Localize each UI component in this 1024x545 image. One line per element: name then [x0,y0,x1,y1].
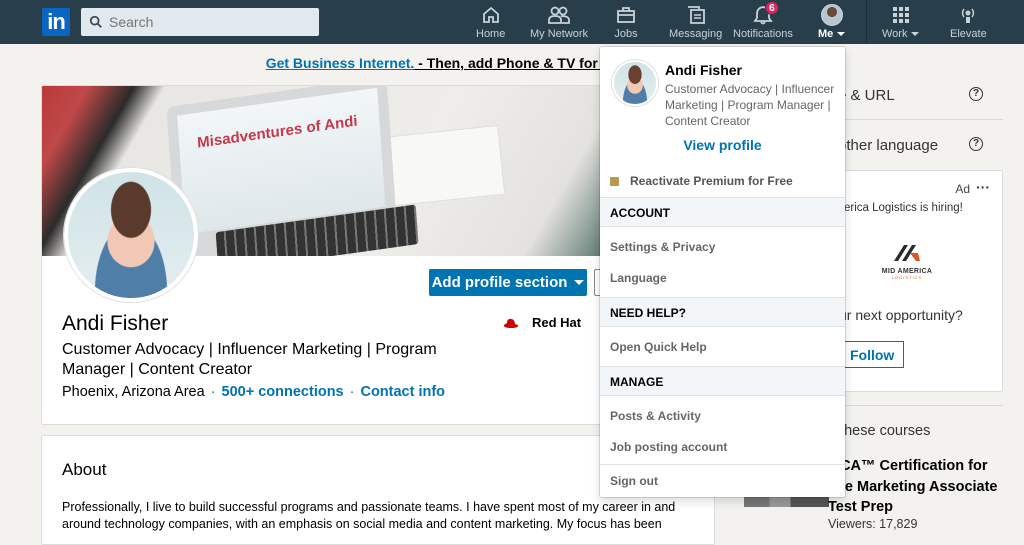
notification-count-badge: 6 [764,1,779,15]
ad-hiring-text: erica Logistics is hiring! [844,202,963,214]
me-avatar [820,4,843,26]
menu-item-job-posting-account[interactable]: Job posting account [610,440,727,454]
ad-question-text: ur next opportunity? [839,307,963,323]
search-input[interactable] [109,14,309,30]
reactivate-premium-label: Reactivate Premium for Free [630,174,793,188]
nav-elevate[interactable]: Elevate [950,4,987,42]
messaging-icon [687,6,705,24]
dropdown-headline: Customer Advocacy | Influencer Marketing… [665,82,835,128]
dropdown-name: Andi Fisher [665,62,743,78]
home-icon [482,6,499,23]
menu-item-settings-privacy[interactable]: Settings & Privacy [610,240,715,254]
chevron-down-icon [574,280,585,285]
me-dropdown-menu: Andi Fisher Customer Advocacy | Influenc… [600,47,845,497]
profile-name: Andi Fisher [62,312,169,335]
profile-location: Phoenix, Arizona Area [62,384,205,400]
help-icon[interactable]: ? [969,87,983,101]
about-title: About [62,460,107,479]
nav-home-label: Home [476,28,506,40]
red-hat-logo-icon [503,318,519,328]
nav-notifications-label: Notifications [733,28,793,40]
nav-jobs[interactable]: Jobs [614,4,638,42]
course-thumbnail[interactable] [744,497,829,507]
more-options-icon[interactable]: ··· [976,179,990,195]
nav-divider [866,0,867,44]
view-profile-link[interactable]: View profile [600,137,845,153]
section-header-manage: MANAGE [600,366,845,396]
menu-item-language[interactable]: Language [610,271,667,285]
nav-jobs-label: Jobs [614,28,638,40]
company-logo-icon [894,245,920,261]
promo-banner: Get Business Internet. - Then, add Phone… [0,55,1024,71]
nav-home[interactable]: Home [476,4,505,42]
banner-laptop-title: Misadventures of Andi [196,112,359,152]
ad-logo-text: MID AMERICA [881,268,933,275]
section-header-need-help: NEED HELP? [600,297,845,327]
linkedin-logo[interactable]: in [42,8,70,36]
edit-url-label: e & URL [838,87,895,104]
briefcase-icon [617,7,635,23]
add-profile-section-button[interactable]: Add profile section [429,269,587,296]
separator-dot: · [349,384,355,400]
connections-link[interactable]: 500+ connections [222,384,344,400]
chevron-down-icon [911,32,920,37]
nav-me-label: Me [818,28,834,40]
nav-work[interactable]: Work [882,4,920,42]
premium-icon [610,176,619,186]
nav-me[interactable]: Me [818,4,846,42]
menu-divider [600,464,845,465]
banner-laptop: Misadventures of Andi [166,86,419,256]
network-icon [548,6,570,24]
about-text: Professionally, I live to build successf… [62,500,676,531]
section-header-account: ACCOUNT [600,197,845,227]
profile-meta: Phoenix, Arizona Area · 500+ connections · C… [62,384,445,400]
separator-dot: · [210,384,216,400]
reactivate-premium-link[interactable]: Reactivate Premium for Free [610,174,793,188]
nav-messaging-label: Messaging [669,28,723,40]
promo-link[interactable]: Get Business Internet. [266,55,415,71]
banner-notebook [378,124,506,208]
search-bar[interactable] [81,8,319,36]
nav-messaging[interactable]: Messaging [669,4,722,42]
contact-info-link[interactable]: Contact info [360,384,445,400]
broadcast-icon [962,8,975,23]
nav-elevate-label: Elevate [950,28,987,40]
nav-my-network[interactable]: My Network [530,4,588,42]
profile-headline: Customer Advocacy | Influencer Marketing… [62,341,437,378]
nav-my-network-label: My Network [530,28,589,40]
nav-work-label: Work [882,28,908,40]
chevron-down-icon [837,32,846,37]
profile-photo[interactable] [64,168,198,302]
course-title[interactable]: MCA™ Certification for line Marketing As… [828,456,1003,518]
top-navbar: in Home My Network Jobs Messaging 6 Noti… [0,0,1024,44]
company-name: Red Hat [532,315,582,330]
menu-item-posts-activity[interactable]: Posts & Activity [610,409,701,423]
help-icon[interactable]: ? [969,137,983,151]
search-icon [89,15,102,28]
other-language-label: other language [838,137,939,154]
ad-logo-subtext: LOGISTICS [891,275,923,280]
current-company[interactable]: Red Hat [502,315,581,330]
dropdown-avatar[interactable] [612,60,658,106]
menu-item-open-quick-help[interactable]: Open Quick Help [610,340,707,354]
ad-label: Ad [955,182,970,196]
mid-america-logistics-logo[interactable]: MID AMERICA LOGISTICS [872,241,942,280]
nav-notifications[interactable]: 6 Notifications [733,1,793,42]
menu-item-sign-out[interactable]: Sign out [610,474,658,488]
grid-icon [892,7,909,23]
add-profile-section-label: Add profile section [431,274,568,291]
